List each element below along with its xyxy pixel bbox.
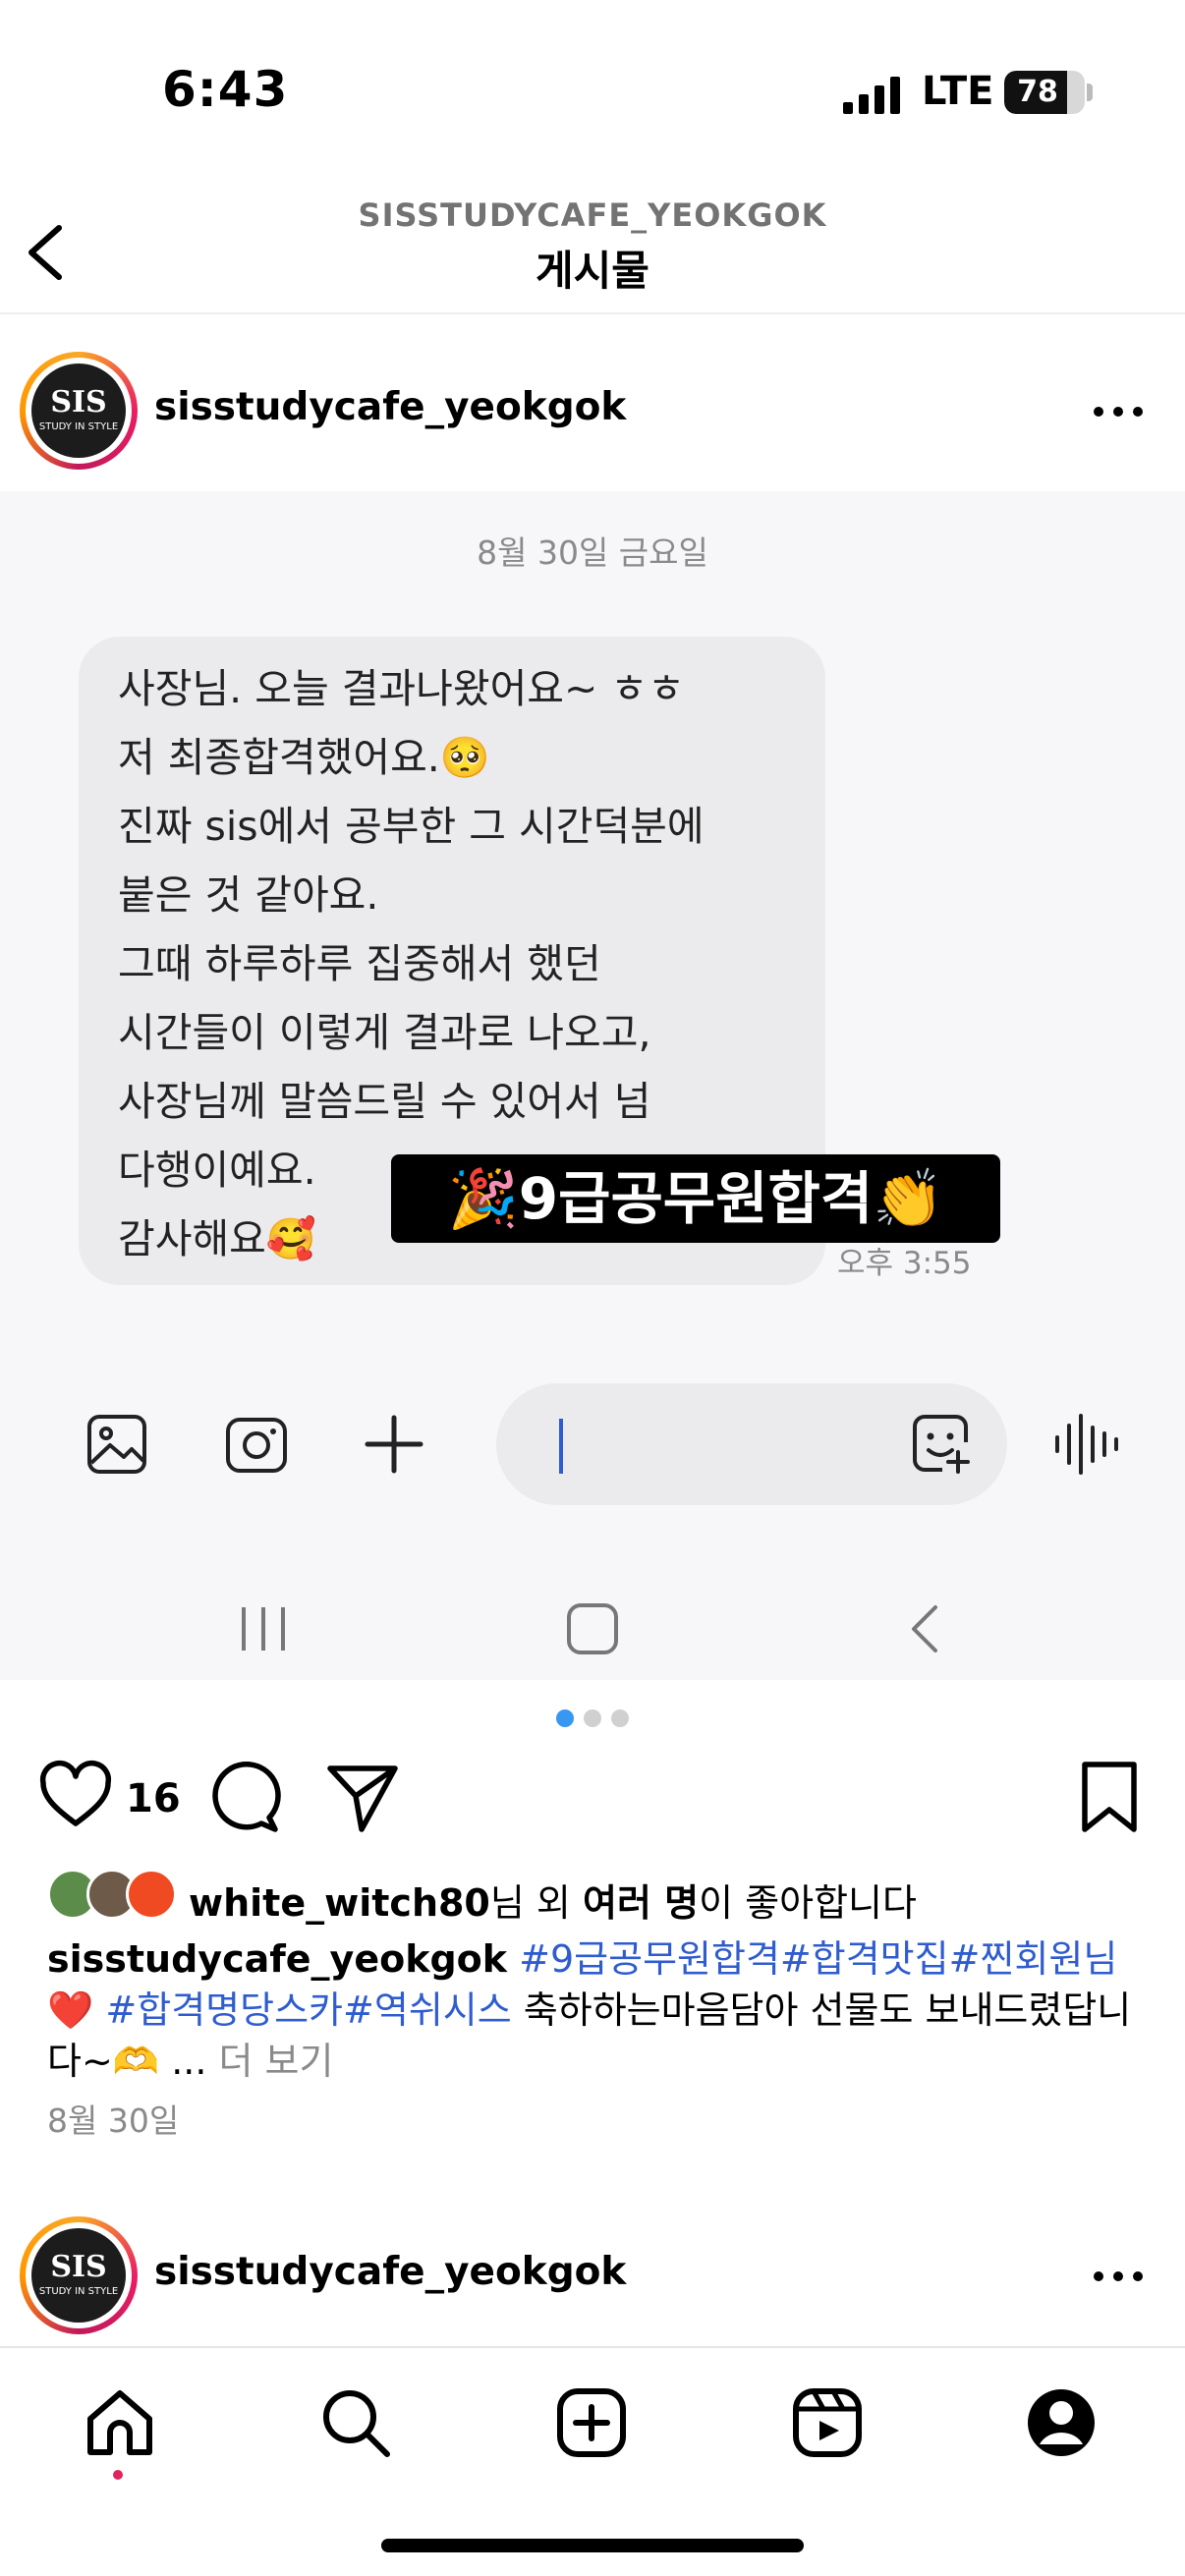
bookmark-icon[interactable]: [1071, 1759, 1148, 1835]
carousel-dot: [556, 1709, 574, 1727]
post-media[interactable]: 8월 30일 금요일 사장님. 오늘 결과나왔어요~ ㅎㅎ 저 최종합격했어요.…: [0, 491, 1185, 1680]
message-line: 사장님께 말씀드릴 수 있어서 넘: [118, 1078, 651, 1125]
message-time: 오후 3:55: [837, 1246, 972, 1281]
liked-by-text: white_witch80님 외 여러 명이 좋아합니다: [189, 1873, 917, 1927]
page-title: 게시물: [536, 247, 649, 295]
home-nav-icon: [567, 1603, 618, 1654]
avatar[interactable]: SIS STUDY IN STYLE: [20, 352, 138, 470]
create-post-icon[interactable]: [552, 2383, 631, 2462]
avatar-logo-sub: STUDY IN STYLE: [38, 421, 119, 432]
liked-by-row[interactable]: white_witch80님 외 여러 명이 좋아합니다: [47, 1867, 1138, 1926]
camera-icon: [226, 1418, 287, 1473]
bottom-tab-bar: [0, 2346, 1185, 2576]
message-input: [496, 1383, 1007, 1505]
liked-by-ending: 이 좋아합니다: [699, 1881, 917, 1925]
more-button[interactable]: 더 보기: [206, 2040, 334, 2083]
signal-icon: [843, 77, 900, 114]
profile-icon[interactable]: [1022, 2383, 1100, 2462]
like-icon[interactable]: [37, 1759, 114, 1835]
status-bar: 6:43 LTE 78: [0, 0, 1185, 187]
carousel-dot: [611, 1709, 629, 1727]
status-time: 6:43: [162, 61, 289, 118]
reels-icon[interactable]: [788, 2383, 867, 2462]
text-caret: [559, 1419, 563, 1474]
home-indicator[interactable]: [381, 2539, 804, 2552]
battery-level: 78: [1017, 75, 1058, 109]
battery-nub: [1087, 84, 1093, 101]
next-post-username[interactable]: sisstudycafe_yeokgok: [154, 2250, 626, 2294]
compose-bar: [0, 1375, 1185, 1513]
carousel-indicator: [0, 1709, 1185, 1731]
message-line: 그때 하루하루 집중해서 했던: [118, 940, 601, 987]
post-header: SIS STUDY IN STYLE sisstudycafe_yeokgok: [0, 326, 1185, 493]
liked-by-others[interactable]: 여러 명: [583, 1881, 699, 1925]
message-line: 붙은 것 같아요.: [118, 871, 379, 919]
message-line: 사장님. 오늘 결과나왔어요~ ㅎㅎ: [118, 665, 685, 712]
message-line: 저 최종합격했어요.🥺: [118, 734, 490, 781]
recent-apps-icon: [242, 1607, 285, 1651]
search-icon[interactable]: [316, 2383, 395, 2462]
battery-icon: 78: [1004, 71, 1085, 114]
android-nav-bar: [0, 1572, 1185, 1680]
avatar-logo-text: SIS: [50, 385, 107, 420]
celebration-sticker: 🎉9급공무원합격👏: [391, 1154, 1000, 1243]
share-icon[interactable]: [324, 1759, 401, 1835]
liker-avatar: [126, 1869, 177, 1920]
more-options-icon[interactable]: [1089, 397, 1148, 426]
gallery-icon: [87, 1415, 146, 1474]
post-actions: 16: [0, 1759, 1185, 1857]
message-line: 시간들이 이렇게 결과로 나오고,: [118, 1009, 651, 1056]
caption-username[interactable]: sisstudycafe_yeokgok: [47, 1937, 507, 1981]
caption-hashtags[interactable]: #9급공무원합격#합격맛집#찐회원님: [519, 1937, 1117, 1981]
comment-icon[interactable]: [206, 1759, 283, 1835]
liker-username[interactable]: white_witch80: [189, 1881, 490, 1925]
home-icon[interactable]: [81, 2383, 159, 2462]
notification-dot: [113, 2470, 123, 2480]
liked-by-suffix: 님 외: [489, 1881, 583, 1925]
message-line: 진짜 sis에서 공부한 그 시간덕분에: [118, 803, 705, 850]
avatar-logo-text: SIS: [50, 2250, 107, 2284]
post-caption: sisstudycafe_yeokgok #9급공무원합격#합격맛집#찐회원님 …: [47, 1933, 1148, 2087]
more-options-icon[interactable]: [1089, 2262, 1148, 2291]
chat-date-divider: 8월 30일 금요일: [477, 533, 708, 572]
voice-icon: [1055, 1414, 1118, 1475]
avatar[interactable]: SIS STUDY IN STYLE: [20, 2216, 138, 2334]
header-account[interactable]: SISSTUDYCAFE_YEOKGOK: [0, 196, 1185, 234]
plus-icon: [365, 1415, 423, 1474]
back-nav-icon: [912, 1605, 937, 1652]
nav-header: SISSTUDYCAFE_YEOKGOK 게시물: [0, 187, 1185, 314]
next-post-header: SIS STUDY IN STYLE sisstudycafe_yeokgok: [0, 2191, 1185, 2358]
post-username[interactable]: sisstudycafe_yeokgok: [154, 385, 626, 429]
post-date: 8월 30일: [47, 2101, 180, 2140]
caption-hashtags[interactable]: #합격명당스카#역쉬시스: [105, 1988, 511, 2032]
avatar-logo-sub: STUDY IN STYLE: [38, 2286, 119, 2297]
emoji-icon: [913, 1415, 970, 1474]
heart-emoji: ❤️: [47, 1988, 94, 2032]
network-label: LTE: [922, 69, 994, 114]
like-count[interactable]: 16: [126, 1776, 181, 1821]
carousel-dot: [584, 1709, 601, 1727]
